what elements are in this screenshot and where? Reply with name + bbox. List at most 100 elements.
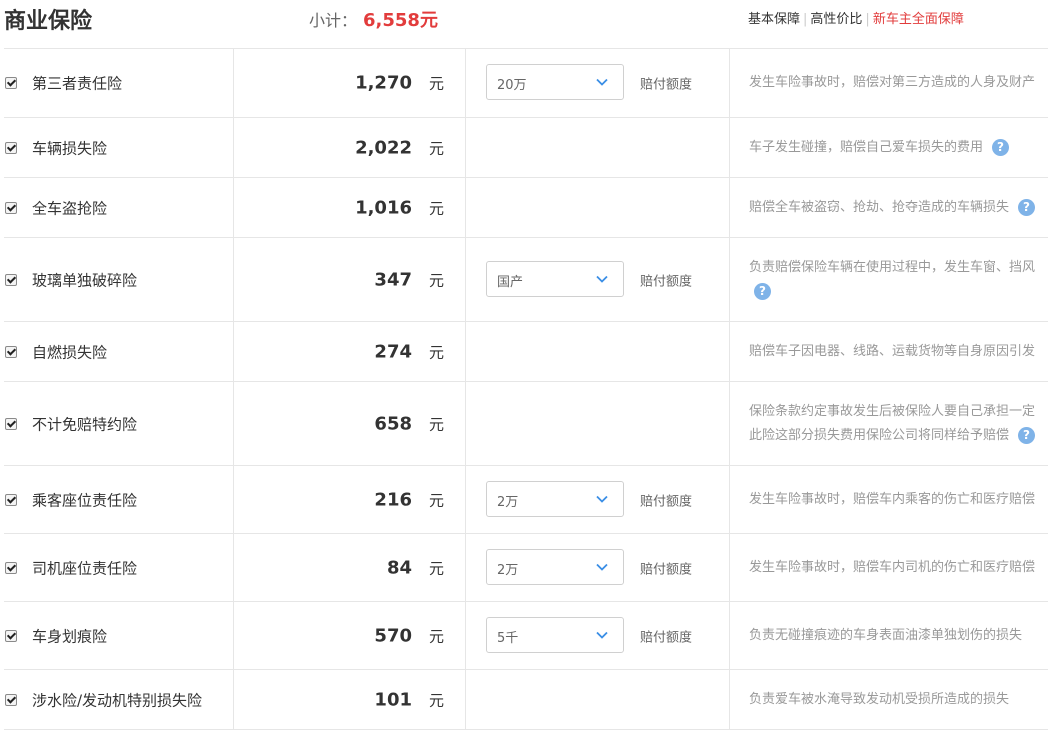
subtotal-label: 小计：: [309, 11, 358, 30]
divider: [233, 49, 234, 117]
coverage-select[interactable]: 国产: [486, 260, 624, 297]
insurance-description: 负责赔偿保险车辆在使用过程中，发生车窗、挡风 ?: [749, 256, 1048, 304]
price-unit: 元: [429, 415, 445, 433]
chevron-down-icon: [596, 495, 608, 503]
divider: [465, 178, 466, 237]
plan-full-link[interactable]: 新车主全面保障: [873, 12, 964, 27]
price-unit: 元: [429, 343, 445, 361]
row-checkbox[interactable]: [5, 273, 17, 286]
description-line: 负责无碰撞痕迹的车身表面油漆单独划伤的损失: [749, 627, 1023, 643]
divider: [233, 466, 234, 533]
plan-separator: |: [803, 12, 808, 27]
insurance-description: 发生车险事故时，赔偿对第三方造成的人身及财产: [749, 71, 1048, 95]
coverage-select[interactable]: 20万: [486, 64, 624, 100]
insurance-description: 赔偿全车被盗窃、抢劫、抢夺造成的车辆损失?: [749, 196, 1048, 220]
row-checkbox[interactable]: [5, 201, 17, 214]
plan-options: 基本保障 | 高性价比 | 新车主全面保障: [748, 8, 964, 27]
coverage-value: 2万: [497, 494, 519, 510]
help-icon[interactable]: ?: [1018, 426, 1036, 444]
row-checkbox[interactable]: [5, 561, 17, 574]
row-checkbox[interactable]: [5, 141, 17, 154]
divider: [729, 178, 730, 237]
chevron-down-icon: [596, 275, 608, 283]
row-checkbox[interactable]: [5, 417, 17, 430]
divider: [233, 118, 234, 177]
divider: [465, 118, 466, 177]
price-unit: 元: [429, 491, 445, 509]
insurance-name: 自燃损失险: [32, 343, 108, 361]
table-row: 全车盗抢险 1,016 元 赔偿全车被盗窃、抢劫、抢夺造成的车辆损失?: [4, 178, 1048, 238]
coverage-label: 赔付额度: [640, 494, 693, 509]
coverage-value: 5千: [497, 630, 519, 646]
description-line: ?: [749, 280, 1048, 304]
table-row: 涉水险/发动机特别损失险 101 元 负责爱车被水淹导致发动机受损所造成的损失: [4, 670, 1048, 730]
row-checkbox[interactable]: [5, 629, 17, 642]
help-icon[interactable]: ?: [992, 138, 1010, 156]
chevron-down-icon: [596, 563, 608, 571]
insurance-name: 全车盗抢险: [32, 199, 108, 217]
insurance-price: 1,016: [355, 197, 412, 218]
divider: [233, 178, 234, 237]
divider: [729, 238, 730, 321]
price-unit: 元: [429, 691, 445, 709]
insurance-price: 2,022: [355, 137, 412, 158]
divider: [465, 382, 466, 465]
help-icon[interactable]: ?: [1018, 198, 1036, 216]
insurance-name: 车辆损失险: [32, 139, 108, 157]
insurance-name: 司机座位责任险: [32, 559, 138, 577]
price-unit: 元: [429, 271, 445, 289]
subtotal-value: 6,558元: [363, 10, 438, 31]
divider: [729, 322, 730, 381]
row-checkbox[interactable]: [5, 493, 17, 506]
divider: [729, 670, 730, 729]
coverage-select[interactable]: 5千: [486, 616, 624, 653]
plan-basic-link[interactable]: 基本保障: [748, 12, 800, 27]
divider: [465, 238, 466, 321]
table-row: 自燃损失险 274 元 赔偿车子因电器、线路、运载货物等自身原因引发: [4, 322, 1048, 382]
insurance-price: 84: [386, 557, 412, 578]
coverage-value: 2万: [497, 562, 519, 578]
price-unit: 元: [429, 559, 445, 577]
description-line: 发生车险事故时，赔偿对第三方造成的人身及财产: [749, 75, 1036, 90]
divider: [729, 534, 730, 601]
insurance-name: 涉水险/发动机特别损失险: [32, 691, 203, 709]
row-checkbox[interactable]: [5, 77, 17, 89]
divider: [729, 466, 730, 533]
insurance-price: 570: [374, 625, 412, 646]
subtotal: 小计： 6,558元: [309, 6, 438, 32]
row-checkbox[interactable]: [5, 345, 17, 358]
insurance-name: 不计免赔特约险: [32, 415, 138, 433]
description-line: 此险这部分损失费用保险公司将同样给予赔偿?: [749, 424, 1048, 448]
insurance-description: 负责爱车被水淹导致发动机受损所造成的损失: [749, 688, 1048, 712]
price-unit: 元: [429, 627, 445, 645]
divider: [465, 322, 466, 381]
price-unit: 元: [429, 199, 445, 217]
coverage-select[interactable]: 2万: [486, 548, 624, 585]
chevron-down-icon: [596, 631, 608, 639]
description-line: 赔偿全车被盗窃、抢劫、抢夺造成的车辆损失?: [749, 196, 1048, 220]
header: 商业保险 小计： 6,558元 基本保障 | 高性价比 | 新车主全面保障: [0, 0, 1048, 40]
insurance-price: 347: [374, 269, 412, 290]
coverage-value: 国产: [497, 274, 524, 290]
description-text: 赔偿全车被盗窃、抢劫、抢夺造成的车辆损失: [749, 199, 1010, 215]
description-text: 此险这部分损失费用保险公司将同样给予赔偿: [749, 427, 1010, 443]
insurance-description: 负责无碰撞痕迹的车身表面油漆单独划伤的损失: [749, 624, 1048, 648]
divider: [233, 382, 234, 465]
coverage-label: 赔付额度: [640, 77, 693, 93]
divider: [233, 670, 234, 729]
help-icon[interactable]: ?: [754, 282, 771, 300]
table-row: 乘客座位责任险 216 元 2万 赔付额度 发生车险事故时，赔偿车内乘客的伤亡和…: [4, 466, 1048, 534]
description-text: 车子发生碰撞，赔偿自己爱车损失的费用: [749, 139, 984, 155]
divider: [729, 602, 730, 669]
divider: [233, 238, 234, 321]
insurance-price: 274: [374, 341, 412, 362]
table-row: 玻璃单独破碎险 347 元 国产 赔付额度 负责赔偿保险车辆在使用过程中，发生车…: [4, 238, 1048, 322]
insurance-table: 第三者责任险 1,270 元 20万 赔付额度 发生车险事故时，赔偿对第三方造成…: [4, 48, 1048, 730]
divider: [465, 602, 466, 669]
coverage-label: 赔付额度: [640, 562, 693, 577]
divider: [729, 118, 730, 177]
description-line: 赔偿车子因电器、线路、运载货物等自身原因引发: [749, 343, 1036, 359]
plan-value-link[interactable]: 高性价比: [810, 12, 862, 27]
coverage-select[interactable]: 2万: [486, 480, 624, 517]
row-checkbox[interactable]: [5, 693, 17, 706]
